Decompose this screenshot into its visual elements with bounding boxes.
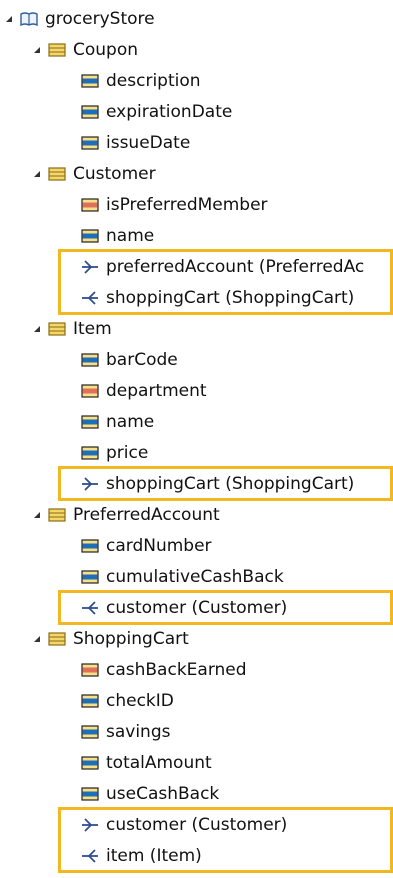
tree-node-enum-attribute[interactable]: isPreferredMember — [80, 189, 268, 220]
tree-node-class[interactable]: Customer — [33, 158, 156, 189]
tree-node-label: groceryStore — [45, 8, 155, 29]
reference-in-arrow-icon — [80, 848, 100, 864]
tree-node-enum-attribute[interactable]: department — [80, 375, 207, 406]
reference-in-arrow-icon — [80, 600, 100, 616]
tree-node-label: totalAmount — [106, 752, 212, 773]
attribute-icon — [80, 538, 100, 554]
tree-node-label: cashBackEarned — [106, 659, 247, 680]
attribute-icon — [80, 569, 100, 585]
expand-collapse-toggle[interactable] — [33, 635, 41, 643]
attribute-icon — [80, 104, 100, 120]
class-icon — [47, 631, 67, 647]
tree-node-label: savings — [106, 721, 171, 742]
tree-node-label: PreferredAccount — [73, 504, 220, 525]
tree-node-root[interactable]: groceryStore — [5, 3, 155, 34]
expand-collapse-toggle[interactable] — [33, 170, 41, 178]
attribute-icon — [80, 414, 100, 430]
class-icon — [47, 166, 67, 182]
tree-node-label: Item — [73, 318, 112, 339]
enum-attribute-icon — [80, 383, 100, 399]
expand-collapse-toggle[interactable] — [33, 325, 41, 333]
tree-node-label: useCashBack — [106, 783, 220, 804]
tree-node-label: checkID — [106, 690, 174, 711]
tree-node-label: barCode — [106, 349, 178, 370]
reference-out-arrow-icon — [80, 817, 100, 833]
tree-node-enum-attribute[interactable]: cashBackEarned — [80, 654, 247, 685]
attribute-icon — [80, 724, 100, 740]
tree-node-label: issueDate — [106, 132, 191, 153]
reference-out-arrow-icon — [80, 259, 100, 275]
tree-node-label: customer (Customer) — [106, 814, 288, 835]
tree-node-attribute[interactable]: useCashBack — [80, 778, 219, 809]
tree-node-attribute[interactable]: cumulativeCashBack — [80, 561, 284, 592]
attribute-icon — [80, 755, 100, 771]
reference-out-arrow-icon — [80, 476, 100, 492]
attribute-icon — [80, 786, 100, 802]
attribute-icon — [80, 228, 100, 244]
tree-node-attribute[interactable]: expirationDate — [80, 96, 232, 127]
tree-node-label: Coupon — [73, 39, 139, 60]
attribute-icon — [80, 352, 100, 368]
tree-node-reference-in[interactable]: item (Item) — [80, 840, 202, 871]
package-book-icon — [19, 11, 39, 27]
tree-node-label: preferredAccount (PreferredAc — [106, 256, 365, 277]
tree-node-label: name — [106, 411, 155, 432]
attribute-icon — [80, 135, 100, 151]
class-icon — [47, 507, 67, 523]
expand-collapse-toggle[interactable] — [5, 15, 13, 23]
tree-node-label: item (Item) — [106, 845, 202, 866]
attribute-icon — [80, 445, 100, 461]
tree-node-class[interactable]: Item — [33, 313, 112, 344]
tree-node-reference-out[interactable]: shoppingCart (ShoppingCart) — [80, 468, 354, 499]
reference-in-arrow-icon — [80, 290, 100, 306]
tree-node-label: isPreferredMember — [106, 194, 268, 215]
attribute-icon — [80, 73, 100, 89]
tree-node-label: Customer — [73, 163, 156, 184]
tree-node-attribute[interactable]: description — [80, 65, 201, 96]
attribute-icon — [80, 693, 100, 709]
tree-node-attribute[interactable]: price — [80, 437, 148, 468]
tree-node-label: cumulativeCashBack — [106, 566, 284, 587]
tree-node-attribute[interactable]: totalAmount — [80, 747, 212, 778]
tree-node-class[interactable]: PreferredAccount — [33, 499, 220, 530]
expand-collapse-toggle[interactable] — [33, 46, 41, 54]
tree-node-label: price — [106, 442, 149, 463]
tree-node-label: cardNumber — [106, 535, 212, 556]
enum-attribute-icon — [80, 197, 100, 213]
tree-node-reference-in[interactable]: customer (Customer) — [80, 592, 287, 623]
class-icon — [47, 42, 67, 58]
tree-node-attribute[interactable]: checkID — [80, 685, 174, 716]
tree-node-label: customer (Customer) — [106, 597, 288, 618]
tree-node-attribute[interactable]: name — [80, 220, 154, 251]
class-icon — [47, 321, 67, 337]
tree-node-class[interactable]: ShoppingCart — [33, 623, 189, 654]
tree-node-attribute[interactable]: barCode — [80, 344, 178, 375]
tree-node-class[interactable]: Coupon — [33, 34, 138, 65]
tree-node-reference-in[interactable]: shoppingCart (ShoppingCart) — [80, 282, 354, 313]
tree-node-label: ShoppingCart — [73, 628, 189, 649]
tree-node-label: description — [106, 70, 201, 91]
enum-attribute-icon — [80, 662, 100, 678]
tree-node-label: shoppingCart (ShoppingCart) — [106, 287, 355, 308]
tree-node-label: name — [106, 225, 155, 246]
expand-collapse-toggle[interactable] — [33, 511, 41, 519]
tree-node-attribute[interactable]: cardNumber — [80, 530, 212, 561]
tree-node-label: shoppingCart (ShoppingCart) — [106, 473, 355, 494]
tree-node-attribute[interactable]: savings — [80, 716, 170, 747]
tree-node-label: department — [106, 380, 207, 401]
tree-node-attribute[interactable]: issueDate — [80, 127, 190, 158]
tree-node-reference-out[interactable]: preferredAccount (PreferredAc — [80, 251, 364, 282]
tree-node-reference-out[interactable]: customer (Customer) — [80, 809, 287, 840]
tree-node-label: expirationDate — [106, 101, 233, 122]
tree-node-attribute[interactable]: name — [80, 406, 154, 437]
model-tree: groceryStore Coupon description expirationD… — [0, 0, 393, 878]
